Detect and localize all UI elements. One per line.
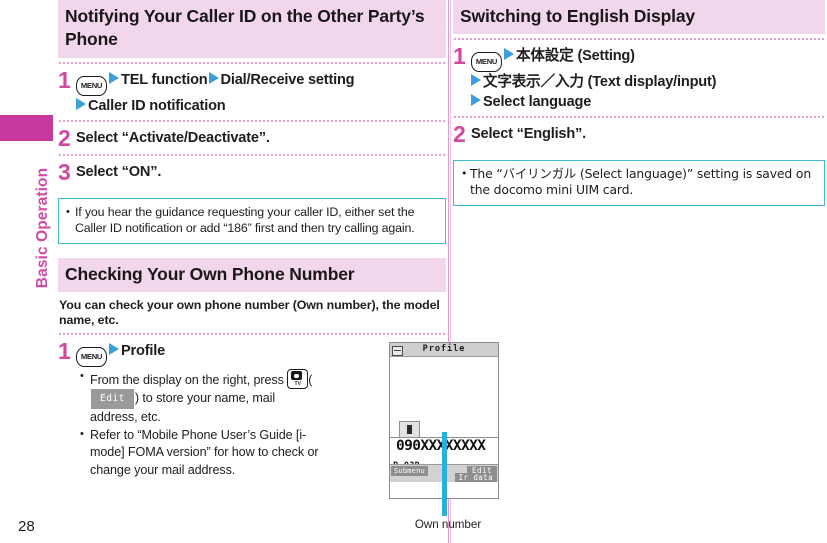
section-caller-id: Notifying Your Caller ID on the Other Pa…: [58, 0, 446, 244]
sub-bullet-list: From the display on the right, press TV(…: [80, 368, 320, 480]
phone-submenu-softkey[interactable]: Submenu: [391, 466, 428, 476]
section-english-display: Switching to English Display 1 MENU 本体設定 …: [453, 0, 825, 206]
step-body: Select “English”.: [471, 126, 587, 142]
menu-key-icon[interactable]: MENU: [76, 346, 107, 367]
arrow-icon: [208, 72, 219, 84]
step-number: 2: [58, 125, 71, 151]
phone-irdata-softkey[interactable]: Ir data: [454, 473, 497, 482]
dotted-rule: [453, 116, 825, 118]
page-number: 28: [18, 518, 35, 535]
step-number: 1: [58, 337, 71, 364]
arrow-icon: [504, 48, 514, 60]
callout-line: [442, 432, 447, 516]
list-item: From the display on the right, press TV(…: [80, 368, 320, 427]
step-body: Select “ON”.: [76, 164, 162, 180]
phone-title: Profile: [422, 344, 466, 354]
step-1: 1 MENU 本体設定 (Setting) 文字表示／入力 (Text displ…: [453, 42, 825, 112]
phone-titlebar: Profile: [390, 343, 498, 357]
dotted-rule: [453, 38, 825, 40]
phone-own-number: 090XXXXXXXX: [396, 438, 486, 454]
menu-key-icon[interactable]: MENU: [76, 76, 107, 96]
camera-tv-key-icon[interactable]: TV: [287, 368, 309, 389]
paren-open: (: [308, 372, 313, 387]
section-heading: Checking Your Own Phone Number: [58, 257, 446, 292]
step-text-3: Select language: [483, 94, 592, 110]
left-column: Notifying Your Caller ID on the Other Pa…: [58, 0, 499, 531]
dotted-rule: [58, 62, 446, 64]
step-text-en-1: (Setting): [577, 48, 635, 64]
step-text-1: TEL function: [121, 72, 208, 88]
step-3: 3 Select “ON”.: [58, 158, 446, 184]
arrow-icon: [109, 72, 119, 84]
mail-envelope-icon: [392, 345, 403, 356]
step-number: 1: [453, 43, 466, 69]
note-box: If you hear the guidance requesting your…: [58, 198, 446, 244]
dotted-rule: [58, 332, 446, 335]
step-number: 3: [58, 159, 71, 185]
step-2: 2 Select “English”.: [453, 120, 825, 146]
phone-tab-icon: [399, 421, 420, 438]
manual-page: Basic Operation 28 Notifying Your Caller…: [0, 0, 827, 543]
bullet-text-pre: From the display on the right, press: [90, 372, 284, 387]
step-body: MENU 本体設定 (Setting) 文字表示／入力 (Text display…: [471, 45, 825, 112]
step-text-jp-2: 文字表示／入力: [483, 73, 584, 90]
list-item: Refer to “Mobile Phone User’s Guide [i-m…: [80, 426, 320, 480]
section-intro: You can check your own phone number (Own…: [59, 297, 440, 328]
section-heading: Notifying Your Caller ID on the Other Pa…: [58, 0, 446, 58]
step-number: 1: [58, 67, 71, 93]
note-item: The “バイリンガル (Select language)” setting i…: [461, 166, 818, 199]
step-text-jp-1: 本体設定: [516, 47, 574, 64]
arrow-icon: [76, 98, 86, 110]
step-body: MENU TEL function Dial/Receive setting Cal…: [76, 69, 446, 116]
step-number: 2: [453, 121, 466, 147]
arrow-icon: [471, 74, 481, 86]
edit-softkey[interactable]: Edit: [91, 389, 134, 410]
dotted-rule: [58, 120, 446, 122]
step-1: 1 MENU Profile: [58, 337, 446, 367]
step-text-en-2: (Text display/input): [587, 74, 717, 90]
menu-key-icon[interactable]: MENU: [471, 52, 502, 72]
section-own-number: Checking Your Own Phone Number You can c…: [58, 257, 446, 480]
step-text-1: Profile: [121, 342, 166, 359]
step-text-2: Caller ID notification: [88, 98, 226, 114]
section-heading: Switching to English Display: [453, 0, 825, 34]
step-2: 2 Select “Activate/Deactivate”.: [58, 124, 446, 150]
note-item: If you hear the guidance requesting your…: [66, 204, 439, 237]
dotted-rule: [58, 154, 446, 156]
side-tab-label: Basic Operation: [34, 167, 51, 289]
step-text-1b: Dial/Receive setting: [220, 72, 355, 88]
callout-label: Own number: [414, 518, 482, 531]
right-column: Switching to English Display 1 MENU 本体設定 …: [453, 0, 825, 206]
step-body: Select “Activate/Deactivate”.: [76, 130, 270, 146]
arrow-icon: [109, 342, 119, 355]
note-box: The “バイリンガル (Select language)” setting i…: [453, 160, 825, 206]
step-1: 1 MENU TEL function Dial/Receive setting C…: [58, 66, 446, 116]
arrow-icon: [471, 94, 481, 106]
